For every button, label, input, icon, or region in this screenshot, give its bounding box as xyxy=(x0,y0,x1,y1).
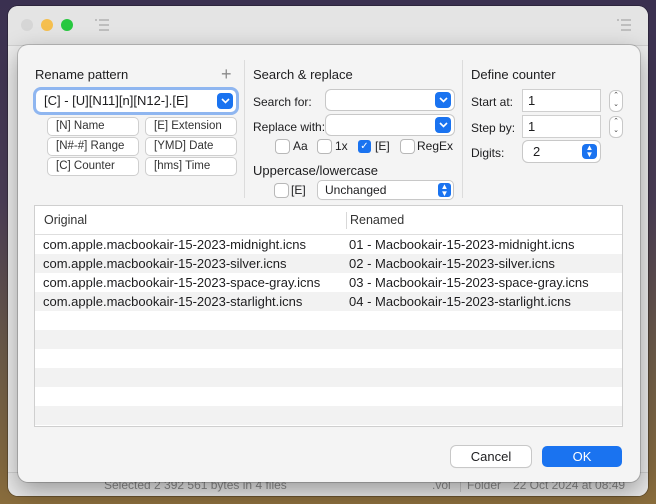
step-field[interactable]: 1 xyxy=(523,116,600,137)
regex-checkbox[interactable] xyxy=(401,140,414,153)
regex-label: RegEx xyxy=(417,139,454,153)
add-pattern-button[interactable]: + xyxy=(221,65,232,83)
table-body: com.apple.macbookair-15-2023-midnight.ic… xyxy=(35,235,622,426)
original-filename-cell: com.apple.macbookair-15-2023-silver.icns xyxy=(43,256,287,271)
list-icon[interactable] xyxy=(94,18,110,32)
start-stepper[interactable]: ⌃ ⌄ xyxy=(610,91,622,111)
original-filename-cell: com.apple.macbookair-15-2023-starlight.i… xyxy=(43,294,303,309)
case-title: Uppercase/lowercase xyxy=(253,163,379,178)
empty-table-row xyxy=(35,406,622,425)
rename-pattern-title: Rename pattern xyxy=(35,67,129,82)
include-extension-label: [E] xyxy=(375,139,390,153)
table-row[interactable]: com.apple.macbookair-15-2023-space-gray.… xyxy=(35,273,622,292)
digits-popup[interactable]: 2 ▲ ▼ xyxy=(523,141,600,162)
updown-chevron-icon: ▲ ▼ xyxy=(582,144,597,159)
table-header: Original Renamed xyxy=(35,206,622,235)
match-case-checkbox[interactable] xyxy=(276,140,289,153)
cancel-button[interactable]: Cancel xyxy=(451,446,531,467)
case-popup[interactable]: Unchanged ▲ ▼ xyxy=(318,181,453,199)
original-filename-cell: com.apple.macbookair-15-2023-midnight.ic… xyxy=(43,237,307,252)
token-extension-button[interactable]: [E] Extension xyxy=(146,118,236,135)
token-date-button[interactable]: [YMD] Date xyxy=(146,138,236,155)
updown-chevron-icon: ▲ ▼ xyxy=(438,183,451,198)
digits-value: 2 xyxy=(533,144,541,159)
section-divider xyxy=(462,60,463,198)
first-only-label: 1x xyxy=(335,139,348,153)
match-case-label: Aa xyxy=(293,139,308,153)
replace-combo[interactable] xyxy=(326,115,454,135)
pattern-value: [C] - [U][N11][n][N12-].[E] xyxy=(44,93,189,108)
chevron-down-icon[interactable] xyxy=(435,92,451,108)
column-header-renamed[interactable]: Renamed xyxy=(350,213,404,227)
token-counter-button[interactable]: [C] Counter xyxy=(48,158,138,175)
chevron-down-icon[interactable] xyxy=(217,93,233,109)
rename-preview-table: Original Renamed com.apple.macbookair-15… xyxy=(35,206,622,426)
include-extension-checkbox[interactable]: ✓ xyxy=(358,140,371,153)
start-field[interactable]: 1 xyxy=(523,90,600,111)
define-counter-title: Define counter xyxy=(471,67,556,82)
empty-table-row xyxy=(35,425,622,426)
first-only-checkbox[interactable] xyxy=(318,140,331,153)
pattern-combo[interactable]: [C] - [U][N11][n][N12-].[E] xyxy=(36,90,236,112)
empty-table-row xyxy=(35,311,622,330)
step-stepper[interactable]: ⌃ ⌄ xyxy=(610,117,622,137)
token-name-button[interactable]: [N] Name xyxy=(48,118,138,135)
renamed-filename-cell: 03 - Macbookair-15-2023-space-gray.icns xyxy=(349,275,589,290)
section-divider xyxy=(244,60,245,198)
start-label: Start at: xyxy=(471,95,514,109)
search-label: Search for: xyxy=(253,95,312,109)
case-value: Unchanged xyxy=(325,183,387,197)
empty-table-row xyxy=(35,387,622,406)
search-replace-title: Search & replace xyxy=(253,67,353,82)
minimize-window-button[interactable] xyxy=(41,19,53,31)
token-range-button[interactable]: [N#-#] Range xyxy=(48,138,138,155)
step-value: 1 xyxy=(528,119,536,134)
start-value: 1 xyxy=(528,93,536,108)
search-combo[interactable] xyxy=(326,90,454,110)
rename-dialog: Rename pattern + [C] - [U][N11][n][N12-]… xyxy=(18,45,640,482)
column-separator[interactable] xyxy=(346,212,347,229)
empty-table-row xyxy=(35,368,622,387)
ok-button[interactable]: OK xyxy=(542,446,622,467)
original-filename-cell: com.apple.macbookair-15-2023-space-gray.… xyxy=(43,275,321,290)
empty-table-row xyxy=(35,330,622,349)
case-extension-label: [E] xyxy=(291,183,306,197)
table-row[interactable]: com.apple.macbookair-15-2023-midnight.ic… xyxy=(35,235,622,254)
renamed-filename-cell: 01 - Macbookair-15-2023-midnight.icns xyxy=(349,237,575,252)
table-row[interactable]: com.apple.macbookair-15-2023-silver.icns… xyxy=(35,254,622,273)
column-header-original[interactable]: Original xyxy=(44,213,87,227)
background-titlebar xyxy=(8,6,648,46)
token-time-button[interactable]: [hms] Time xyxy=(146,158,236,175)
chevron-down-icon[interactable] xyxy=(435,117,451,133)
case-extension-checkbox[interactable] xyxy=(275,184,288,197)
empty-table-row xyxy=(35,349,622,368)
renamed-filename-cell: 02 - Macbookair-15-2023-silver.icns xyxy=(349,256,555,271)
step-label: Step by: xyxy=(471,121,516,135)
close-window-button[interactable] xyxy=(21,19,33,31)
list-icon-right[interactable] xyxy=(616,18,632,32)
maximize-window-button[interactable] xyxy=(61,19,73,31)
renamed-filename-cell: 04 - Macbookair-15-2023-starlight.icns xyxy=(349,294,571,309)
replace-label: Replace with: xyxy=(253,120,326,134)
table-row[interactable]: com.apple.macbookair-15-2023-starlight.i… xyxy=(35,292,622,311)
digits-label: Digits: xyxy=(471,146,505,160)
